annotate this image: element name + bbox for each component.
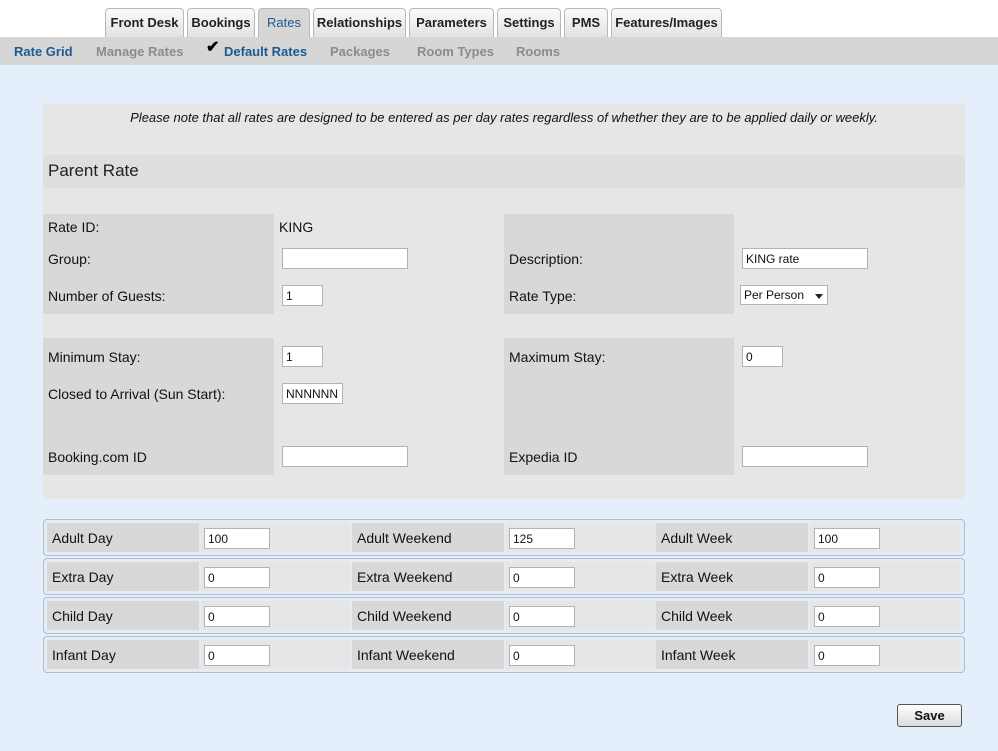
rate-label-cell: Child Weekend [352, 601, 504, 630]
adult-day-label: Adult Day [52, 530, 113, 546]
tab-settings[interactable]: Settings [497, 8, 561, 37]
minimum-stay-field[interactable] [282, 346, 323, 367]
rate-row-extra: Extra Day Extra Weekend Extra Week [43, 558, 965, 595]
rate-label-cell: Infant Week [656, 640, 808, 669]
tab-bookings[interactable]: Bookings [187, 8, 255, 37]
rate-row-child: Child Day Child Weekend Child Week [43, 597, 965, 634]
rate-label-cell: Infant Day [47, 640, 199, 669]
expedia-id-field[interactable] [742, 446, 868, 467]
save-button[interactable]: Save [897, 704, 962, 727]
adult-week-label: Adult Week [661, 530, 733, 546]
sub-navigation: Rate Grid Manage Rates ✔ Default Rates P… [0, 37, 998, 65]
infant-week-label: Infant Week [661, 647, 736, 663]
maximum-stay-field[interactable] [742, 346, 783, 367]
child-week-field[interactable] [814, 606, 880, 627]
subnav-room-types[interactable]: Room Types [417, 44, 494, 59]
adult-week-field[interactable] [814, 528, 880, 549]
rate-id-value: KING [279, 219, 314, 235]
booking-com-id-label: Booking.com ID [48, 449, 147, 465]
rate-id-label: Rate ID: [48, 219, 100, 235]
minimum-stay-label: Minimum Stay: [48, 349, 141, 365]
infant-weekend-field[interactable] [509, 645, 575, 666]
child-day-label: Child Day [52, 608, 113, 624]
group-label: Group: [48, 251, 91, 267]
adult-weekend-label: Adult Weekend [357, 530, 452, 546]
tab-parameters[interactable]: Parameters [409, 8, 494, 37]
rate-label-cell: Adult Week [656, 523, 808, 552]
rate-label-cell: Child Day [47, 601, 199, 630]
subnav-manage-rates[interactable]: Manage Rates [96, 44, 183, 59]
closed-to-arrival-field[interactable] [282, 383, 343, 404]
extra-day-label: Extra Day [52, 569, 114, 585]
infant-week-field[interactable] [814, 645, 880, 666]
rate-label-cell: Extra Week [656, 562, 808, 591]
rate-label-cell: Child Week [656, 601, 808, 630]
child-week-label: Child Week [661, 608, 733, 624]
infant-day-field[interactable] [204, 645, 270, 666]
rates-note: Please note that all rates are designed … [130, 110, 878, 125]
rate-label-cell: Adult Weekend [352, 523, 504, 552]
number-of-guests-field[interactable] [282, 285, 323, 306]
tab-front-desk[interactable]: Front Desk [105, 8, 184, 37]
tab-features-images[interactable]: Features/Images [611, 8, 722, 37]
parent-rate-panel: Please note that all rates are designed … [43, 104, 965, 499]
rate-type-select[interactable]: Per Person [740, 285, 828, 305]
extra-week-label: Extra Week [661, 569, 734, 585]
rate-label-cell: Infant Weekend [352, 640, 504, 669]
infant-day-label: Infant Day [52, 647, 116, 663]
rate-label-cell: Extra Weekend [352, 562, 504, 591]
subnav-rooms[interactable]: Rooms [516, 44, 560, 59]
extra-week-field[interactable] [814, 567, 880, 588]
number-of-guests-label: Number of Guests: [48, 288, 166, 304]
group-field[interactable] [282, 248, 408, 269]
booking-com-id-field[interactable] [282, 446, 408, 467]
extra-weekend-label: Extra Weekend [357, 569, 453, 585]
tab-rates[interactable]: Rates [258, 8, 310, 37]
section-header: Parent Rate [43, 155, 965, 188]
subnav-packages[interactable]: Packages [330, 44, 390, 59]
rate-label-cell: Extra Day [47, 562, 199, 591]
rate-row-infant: Infant Day Infant Weekend Infant Week [43, 636, 965, 673]
extra-day-field[interactable] [204, 567, 270, 588]
child-weekend-label: Child Weekend [357, 608, 452, 624]
maximum-stay-label: Maximum Stay: [509, 349, 606, 365]
expedia-id-label: Expedia ID [509, 449, 578, 465]
top-tab-bar: Front Desk Bookings Rates Relationships … [0, 0, 998, 37]
child-weekend-field[interactable] [509, 606, 575, 627]
rate-row-adult: Adult Day Adult Weekend Adult Week [43, 519, 965, 556]
description-label: Description: [509, 251, 583, 267]
description-field[interactable] [742, 248, 868, 269]
subnav-default-rates[interactable]: Default Rates [224, 44, 307, 59]
adult-weekend-field[interactable] [509, 528, 575, 549]
tab-relationships[interactable]: Relationships [313, 8, 406, 37]
rate-type-selected: Per Person [744, 288, 805, 302]
subnav-rate-grid[interactable]: Rate Grid [14, 44, 73, 59]
adult-day-field[interactable] [204, 528, 270, 549]
section-title: Parent Rate [48, 161, 139, 180]
checkmark-icon: ✔ [206, 39, 220, 56]
extra-weekend-field[interactable] [509, 567, 575, 588]
child-day-field[interactable] [204, 606, 270, 627]
tab-pms[interactable]: PMS [564, 8, 608, 37]
rate-type-label: Rate Type: [509, 288, 577, 304]
chevron-down-icon [815, 294, 823, 299]
closed-to-arrival-label: Closed to Arrival (Sun Start): [48, 386, 226, 402]
rate-label-cell: Adult Day [47, 523, 199, 552]
infant-weekend-label: Infant Weekend [357, 647, 455, 663]
